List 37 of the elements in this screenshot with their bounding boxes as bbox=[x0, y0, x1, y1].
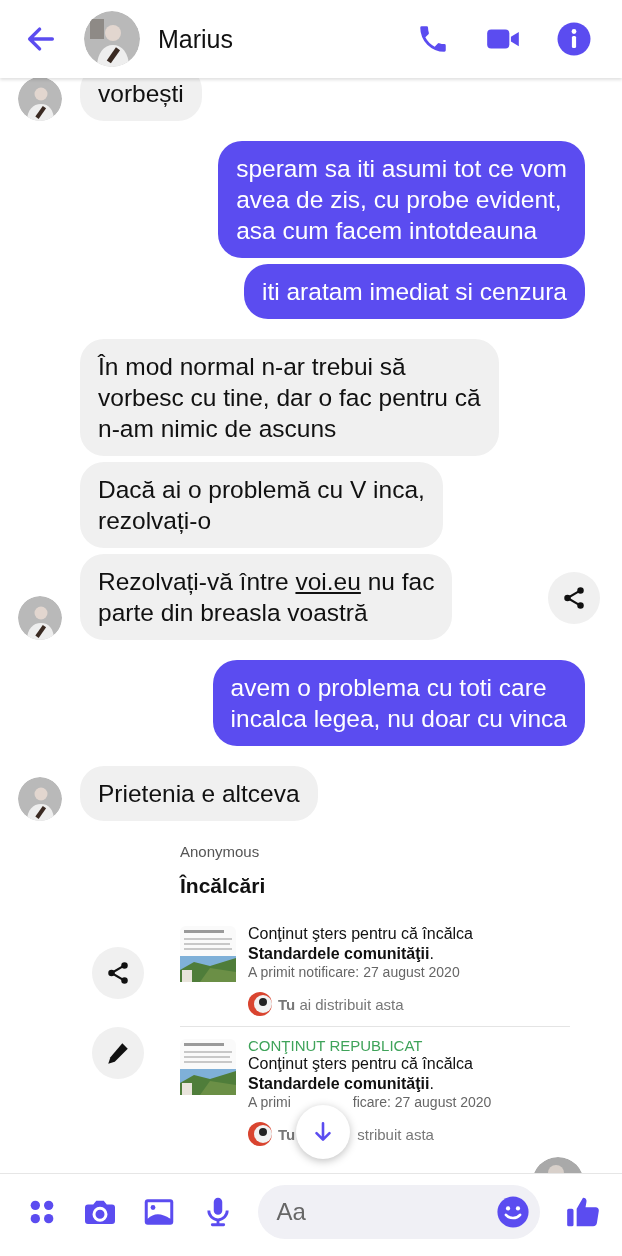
share-button[interactable] bbox=[548, 572, 600, 624]
shared-note: Tu ai distribuit asta bbox=[278, 995, 404, 1013]
share-icon bbox=[561, 585, 587, 611]
avatar bbox=[248, 1122, 272, 1146]
edit-button[interactable] bbox=[92, 1027, 144, 1079]
info-icon[interactable] bbox=[556, 21, 592, 57]
link[interactable]: voi.eu bbox=[295, 568, 361, 595]
message-bubble: avem o problema cu toti care incalca legea, nu doar cu vinca bbox=[212, 660, 585, 746]
message-field[interactable]: Aa bbox=[258, 1185, 541, 1239]
avatar[interactable] bbox=[18, 78, 62, 121]
notification-date: ficare: 27 august 2020 bbox=[352, 1094, 492, 1110]
pencil-icon bbox=[105, 1040, 131, 1066]
violation-text: Conţinut şters pentru că încălca Standardele comunităţii. bbox=[248, 924, 474, 964]
message-bubble: vorbești bbox=[80, 78, 202, 121]
contact-name: Marius bbox=[158, 24, 234, 54]
post-author: Anonymous bbox=[180, 843, 261, 860]
message-bubble: Rezolvați-vă între voi.eu nu fac parte din breasla voastră bbox=[80, 554, 453, 640]
message-bubble: În mod normal n-ar trebui să vorbesc cu tine, dar o fac pentru că n-am nimic de ascuns bbox=[80, 339, 499, 456]
avatar[interactable] bbox=[84, 11, 140, 67]
republished-label: CONŢINUT REPUBLICAT bbox=[248, 1037, 424, 1054]
notification-date: A primi bbox=[248, 1094, 291, 1110]
violation-text: Conţinut şters pentru că încălca Standardele comunităţii. bbox=[248, 1054, 474, 1094]
shared-note: stribuit asta bbox=[357, 1125, 434, 1143]
notification-date: A primit notificare: 27 august 2020 bbox=[248, 964, 460, 980]
post-title: Încălcări bbox=[180, 874, 267, 898]
message-bubble: Prietenia e altceva bbox=[80, 766, 318, 821]
scroll-down-button[interactable] bbox=[296, 1105, 350, 1159]
message-bubble: Dacă ai o problemă cu V inca, rezolvați-o bbox=[80, 462, 443, 548]
shared-note: Tu bbox=[278, 1125, 296, 1143]
message-bubble: speram sa iti asumi tot ce vom avea de zis, cu probe evident, asa cum facem intotdeauna bbox=[218, 141, 585, 258]
avatar[interactable] bbox=[18, 596, 62, 640]
share-button[interactable] bbox=[92, 947, 144, 999]
emoji-icon[interactable] bbox=[496, 1195, 531, 1229]
avatar bbox=[248, 992, 272, 1016]
avatar[interactable] bbox=[18, 777, 62, 821]
message-bubble: iti aratam imediat si cenzura bbox=[244, 264, 585, 319]
share-icon bbox=[105, 960, 131, 986]
